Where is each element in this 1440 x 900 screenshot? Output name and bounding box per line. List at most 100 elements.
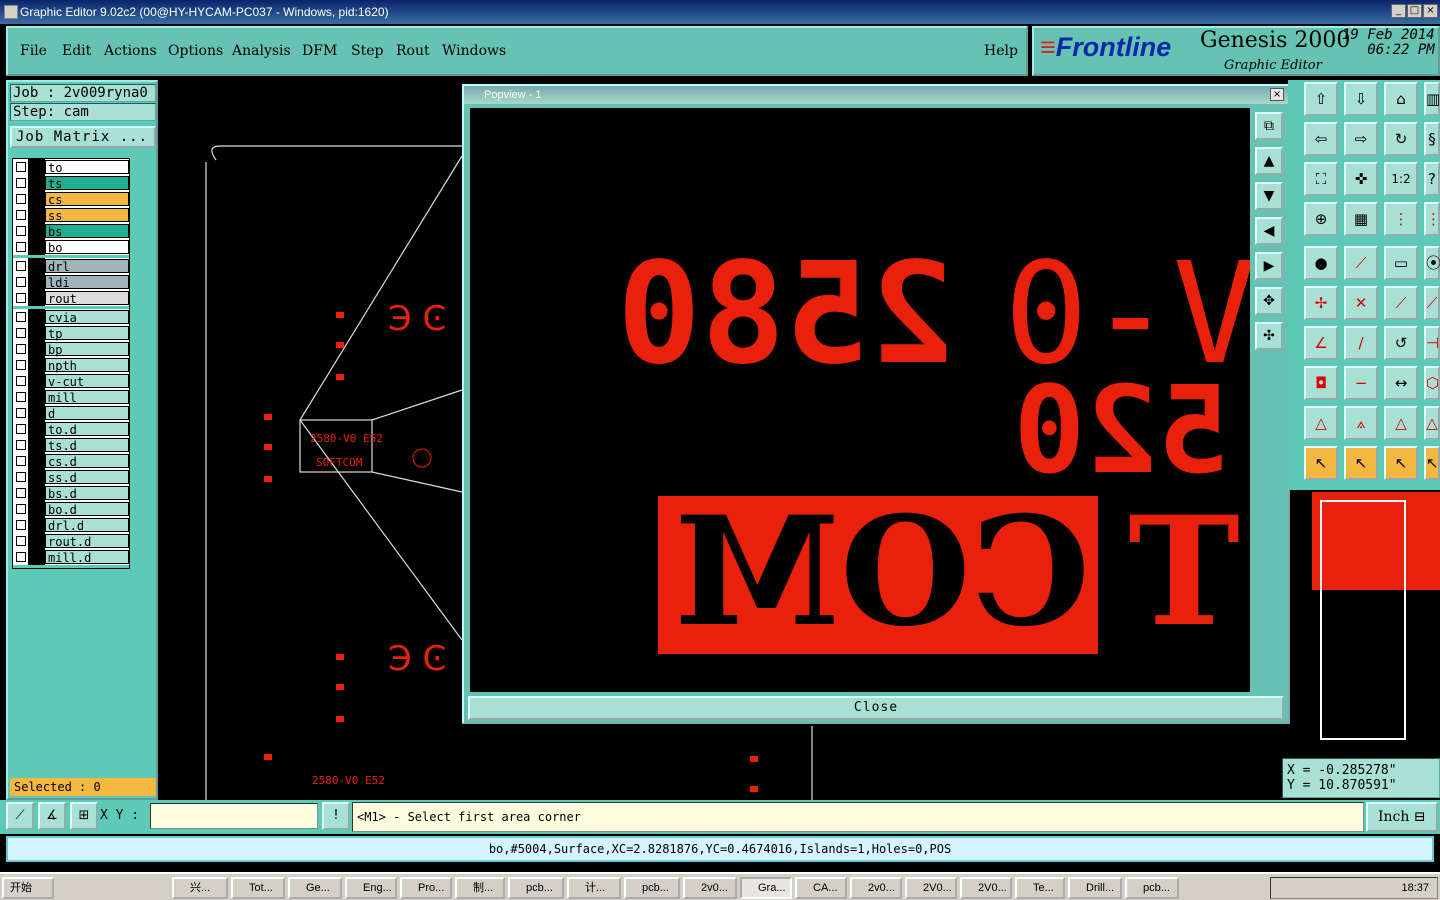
units-selector[interactable]: Inch ⊟ xyxy=(1366,802,1438,832)
layer-row[interactable]: to xyxy=(13,159,129,175)
layer-affected-swatch[interactable] xyxy=(29,533,45,549)
layer-row[interactable]: cs xyxy=(13,191,129,207)
close-window-button[interactable]: × xyxy=(1423,4,1438,18)
zoom-out-icon[interactable]: ✣ xyxy=(1255,322,1283,350)
shape-icon[interactable]: ⬡ xyxy=(1424,366,1440,400)
layer-checkbox[interactable] xyxy=(13,325,29,341)
menu-edit[interactable]: Edit xyxy=(62,43,91,59)
layer-checkbox[interactable] xyxy=(13,517,29,533)
pan-left-tool-icon[interactable]: ⇦ xyxy=(1304,122,1338,156)
redraw-icon[interactable]: ↻ xyxy=(1384,122,1418,156)
menu-options[interactable]: Options xyxy=(168,43,223,59)
layer-name[interactable]: mill.d xyxy=(45,550,129,565)
layer-checkbox[interactable] xyxy=(13,485,29,501)
xy-input[interactable] xyxy=(150,803,318,829)
layer-name[interactable]: tp xyxy=(45,326,129,341)
measure-ruler-icon[interactable]: ▭ xyxy=(1384,246,1418,280)
layer-name[interactable]: ts.d xyxy=(45,438,129,453)
drill-feature-2-icon[interactable]: ⋮ xyxy=(1424,202,1440,236)
pan-left-icon[interactable]: ◀ xyxy=(1255,217,1283,245)
layer-row[interactable]: npth xyxy=(13,357,129,373)
grid-mode-icon[interactable]: ⊞ xyxy=(70,802,98,830)
layer-row[interactable]: bp xyxy=(13,341,129,357)
popview-close-icon[interactable]: × xyxy=(1270,88,1284,101)
taskbar-button[interactable]: Te... xyxy=(1015,877,1065,899)
layer-name[interactable]: rout.d xyxy=(45,534,129,549)
layer-checkbox[interactable] xyxy=(13,501,29,517)
layer-row[interactable]: v-cut xyxy=(13,373,129,389)
job-matrix-button[interactable]: Job Matrix ... xyxy=(10,126,156,148)
layer-row[interactable]: drl xyxy=(13,258,129,274)
taskbar-button[interactable]: 计... xyxy=(567,877,621,899)
layer-row[interactable]: rout.d xyxy=(13,533,129,549)
tri-icon[interactable]: △ xyxy=(1304,406,1338,440)
tri-3-icon[interactable]: △ xyxy=(1384,406,1418,440)
layer-row[interactable]: tp xyxy=(13,325,129,341)
layer-name[interactable]: ldi xyxy=(45,275,129,290)
layer-checkbox[interactable] xyxy=(13,389,29,405)
tri-4-icon[interactable]: △ xyxy=(1424,406,1440,440)
layer-checkbox[interactable] xyxy=(13,207,29,223)
line-add-icon[interactable]: − xyxy=(1344,366,1378,400)
pointer-4-icon[interactable]: ↖ xyxy=(1424,446,1440,480)
layer-affected-swatch[interactable] xyxy=(29,501,45,517)
cross-icon[interactable]: ✕ xyxy=(1344,286,1378,320)
layer-checkbox[interactable] xyxy=(13,421,29,437)
snap-mode-icon[interactable]: ⟋ xyxy=(6,802,34,830)
layer-row[interactable]: to.d xyxy=(13,421,129,437)
layer-row[interactable]: bs xyxy=(13,223,129,239)
pan-down-icon[interactable]: ▼ xyxy=(1255,182,1283,210)
scale-1-2-icon[interactable]: 1:2 xyxy=(1384,162,1418,196)
layer-name[interactable]: mill xyxy=(45,390,129,405)
fit-view-icon[interactable]: ⛶ xyxy=(1304,162,1338,196)
layer-row[interactable]: cs.d xyxy=(13,453,129,469)
tri-2-icon[interactable]: ⟑ xyxy=(1344,406,1378,440)
menu-dfm[interactable]: DFM xyxy=(302,43,337,59)
taskbar-button[interactable]: Gra... xyxy=(740,877,792,899)
layer-affected-swatch[interactable] xyxy=(29,207,45,223)
maximize-button[interactable]: □ xyxy=(1407,4,1422,18)
layer-name[interactable]: bp xyxy=(45,342,129,357)
line-draw-icon[interactable]: ⟋ xyxy=(1344,246,1378,280)
taskbar-button[interactable]: Pro... xyxy=(400,877,452,899)
layer-affected-swatch[interactable] xyxy=(29,341,45,357)
layer-affected-swatch[interactable] xyxy=(29,485,45,501)
layer-row[interactable]: rout xyxy=(13,290,129,306)
layer-checkbox[interactable] xyxy=(13,175,29,191)
layer-row[interactable]: bo.d xyxy=(13,501,129,517)
layer-row[interactable]: ss.d xyxy=(13,469,129,485)
layer-affected-swatch[interactable] xyxy=(29,549,45,565)
angle-icon[interactable]: ∠ xyxy=(1304,326,1338,360)
menu-windows[interactable]: Windows xyxy=(442,43,506,59)
menu-file[interactable]: File xyxy=(20,43,47,59)
taskbar-button[interactable]: 2v0... xyxy=(683,877,737,899)
layer-checkbox[interactable] xyxy=(13,274,29,290)
pan-right-tool-icon[interactable]: ⇨ xyxy=(1344,122,1378,156)
split-view-icon[interactable]: ▥ xyxy=(1424,82,1440,116)
layer-row[interactable]: ts xyxy=(13,175,129,191)
step-icon[interactable]: § xyxy=(1424,122,1440,156)
node-icon[interactable]: ✢ xyxy=(1304,286,1338,320)
layer-row[interactable]: bs.d xyxy=(13,485,129,501)
layer-affected-swatch[interactable] xyxy=(29,223,45,239)
overview-map[interactable] xyxy=(1290,492,1440,754)
pan-up-icon[interactable]: ▲ xyxy=(1255,147,1283,175)
info-icon[interactable]: ! xyxy=(322,802,350,830)
taskbar-button[interactable]: Eng... xyxy=(345,877,397,899)
layer-name[interactable]: ts xyxy=(45,176,129,191)
layer-affected-swatch[interactable] xyxy=(29,159,45,175)
layer-checkbox[interactable] xyxy=(13,373,29,389)
dimension-icon[interactable]: ↔ xyxy=(1384,366,1418,400)
layer-name[interactable]: cs.d xyxy=(45,454,129,469)
layer-affected-swatch[interactable] xyxy=(29,239,45,255)
layer-name[interactable]: rout xyxy=(45,291,129,306)
layer-affected-swatch[interactable] xyxy=(29,405,45,421)
start-button[interactable]: 开始 xyxy=(2,877,54,899)
arc-icon[interactable]: ↺ xyxy=(1384,326,1418,360)
taskbar-button[interactable]: pcb... xyxy=(624,877,680,899)
menu-help[interactable]: Help xyxy=(984,43,1018,59)
zoom-in-icon[interactable]: ✥ xyxy=(1255,287,1283,315)
layer-checkbox[interactable] xyxy=(13,453,29,469)
layer-checkbox[interactable] xyxy=(13,309,29,325)
zoom-window-icon[interactable]: ⧉ xyxy=(1255,112,1283,140)
